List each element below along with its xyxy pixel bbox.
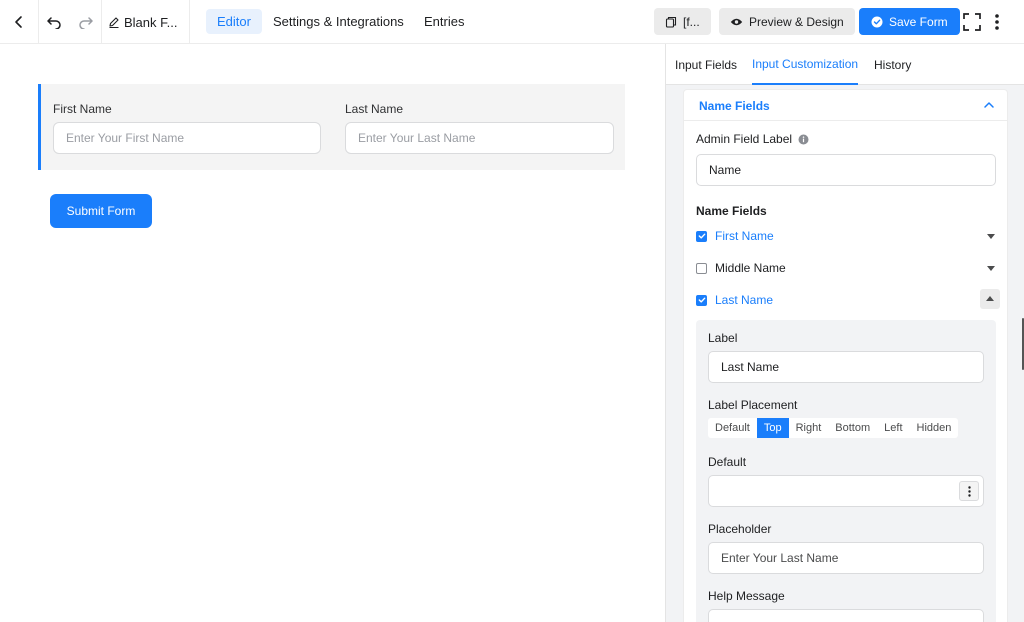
preview-label: Preview & Design <box>749 14 844 29</box>
form-canvas: First Name Enter Your First Name Last Na… <box>0 44 665 622</box>
placement-default[interactable]: Default <box>708 418 757 438</box>
last-name-label: Last Name <box>345 102 404 116</box>
placement-bottom[interactable]: Bottom <box>828 418 877 438</box>
help-message-input[interactable] <box>708 609 984 622</box>
last-name-input[interactable]: Enter Your Last Name <box>345 122 614 154</box>
info-icon[interactable] <box>798 134 809 145</box>
last-name-checkbox[interactable] <box>696 294 707 306</box>
name-fields-header[interactable]: Name Fields <box>684 90 1007 121</box>
tab-settings-integrations[interactable]: Settings & Integrations <box>262 9 415 34</box>
tab-history[interactable]: History <box>874 44 911 85</box>
redo-button[interactable] <box>74 0 98 44</box>
pencil-icon <box>109 17 119 28</box>
placement-top[interactable]: Top <box>756 418 789 438</box>
last-name-option-label: Last Name <box>715 293 774 307</box>
settings-panel: Input Fields Input Customization History… <box>665 44 1024 622</box>
placeholder-input[interactable]: Enter Your Last Name <box>708 542 984 574</box>
middle-name-option-label: Middle Name <box>715 261 786 275</box>
collapse-last-name-button[interactable] <box>980 289 1000 309</box>
submit-form-button[interactable]: Submit Form <box>50 194 152 228</box>
vertical-dots-icon <box>995 14 999 30</box>
save-label: Save Form <box>889 14 948 29</box>
first-name-input[interactable]: Enter Your First Name <box>53 122 321 154</box>
label-input[interactable]: Last Name <box>708 351 984 383</box>
last-name-settings: Label Last Name Label Placement Default … <box>696 320 996 622</box>
caret-up-icon <box>986 296 994 301</box>
admin-field-label-title: Admin Field Label <box>696 132 809 146</box>
label-title: Label <box>708 331 738 345</box>
copy-icon <box>665 16 677 28</box>
undo-icon <box>47 17 61 29</box>
tab-editor[interactable]: Editor <box>206 9 262 34</box>
field-toggle-last-name[interactable]: Last Name <box>696 289 1000 309</box>
fullscreen-button[interactable] <box>960 0 984 44</box>
admin-field-label-text: Admin Field Label <box>696 132 793 146</box>
name-field-row[interactable]: First Name Enter Your First Name Last Na… <box>38 84 625 170</box>
divider <box>38 0 39 44</box>
shortcode-button[interactable]: [f... <box>654 8 711 35</box>
chevron-left-icon <box>15 16 22 28</box>
default-value-input[interactable] <box>708 475 984 507</box>
name-fields-card: Name Fields Admin Field Label Name Name … <box>683 89 1008 622</box>
tab-entries[interactable]: Entries <box>413 9 475 34</box>
help-message-title: Help Message <box>708 589 785 603</box>
preview-design-button[interactable]: Preview & Design <box>719 8 855 35</box>
admin-field-label-input[interactable]: Name <box>696 154 996 186</box>
placement-right[interactable]: Right <box>789 418 829 438</box>
divider <box>101 0 102 44</box>
field-toggle-first-name[interactable]: First Name <box>696 228 996 244</box>
section-title: Name Fields <box>699 99 770 113</box>
label-placement-title: Label Placement <box>708 398 798 412</box>
middle-name-checkbox[interactable] <box>696 262 707 274</box>
undo-button[interactable] <box>42 0 66 44</box>
form-title: Blank F... <box>124 14 178 30</box>
default-options-button[interactable] <box>959 481 979 501</box>
first-name-checkbox[interactable] <box>696 230 707 242</box>
caret-down-icon[interactable] <box>986 263 996 273</box>
first-name-label: First Name <box>53 102 112 116</box>
panel-tabs: Input Fields Input Customization History <box>666 44 1024 85</box>
first-name-option-label: First Name <box>715 229 774 243</box>
placement-hidden[interactable]: Hidden <box>910 418 959 438</box>
vertical-dots-icon <box>967 485 971 497</box>
tab-input-customization[interactable]: Input Customization <box>752 44 859 85</box>
more-options-button[interactable] <box>988 0 1006 44</box>
chevron-up-icon[interactable] <box>983 99 995 111</box>
label-placement-group: Default Top Right Bottom Left Hidden <box>708 418 959 438</box>
top-bar: Blank F... Editor Settings & Integration… <box>0 0 1024 44</box>
caret-down-icon[interactable] <box>986 231 996 241</box>
field-toggle-middle-name[interactable]: Middle Name <box>696 260 996 276</box>
check-icon <box>698 297 705 303</box>
back-button[interactable] <box>0 0 38 44</box>
form-title-button[interactable]: Blank F... <box>108 0 184 44</box>
check-icon <box>698 233 705 239</box>
tab-input-fields[interactable]: Input Fields <box>675 44 737 85</box>
default-title: Default <box>708 455 747 469</box>
save-form-button[interactable]: Save Form <box>859 8 960 35</box>
placement-left[interactable]: Left <box>877 418 909 438</box>
name-fields-title: Name Fields <box>696 204 767 218</box>
fullscreen-icon <box>963 13 981 31</box>
divider <box>189 0 190 44</box>
redo-icon <box>79 17 93 29</box>
check-circle-icon <box>871 16 883 27</box>
shortcode-label: [f... <box>683 14 700 29</box>
placeholder-title: Placeholder <box>708 522 772 536</box>
eye-icon <box>730 18 743 25</box>
